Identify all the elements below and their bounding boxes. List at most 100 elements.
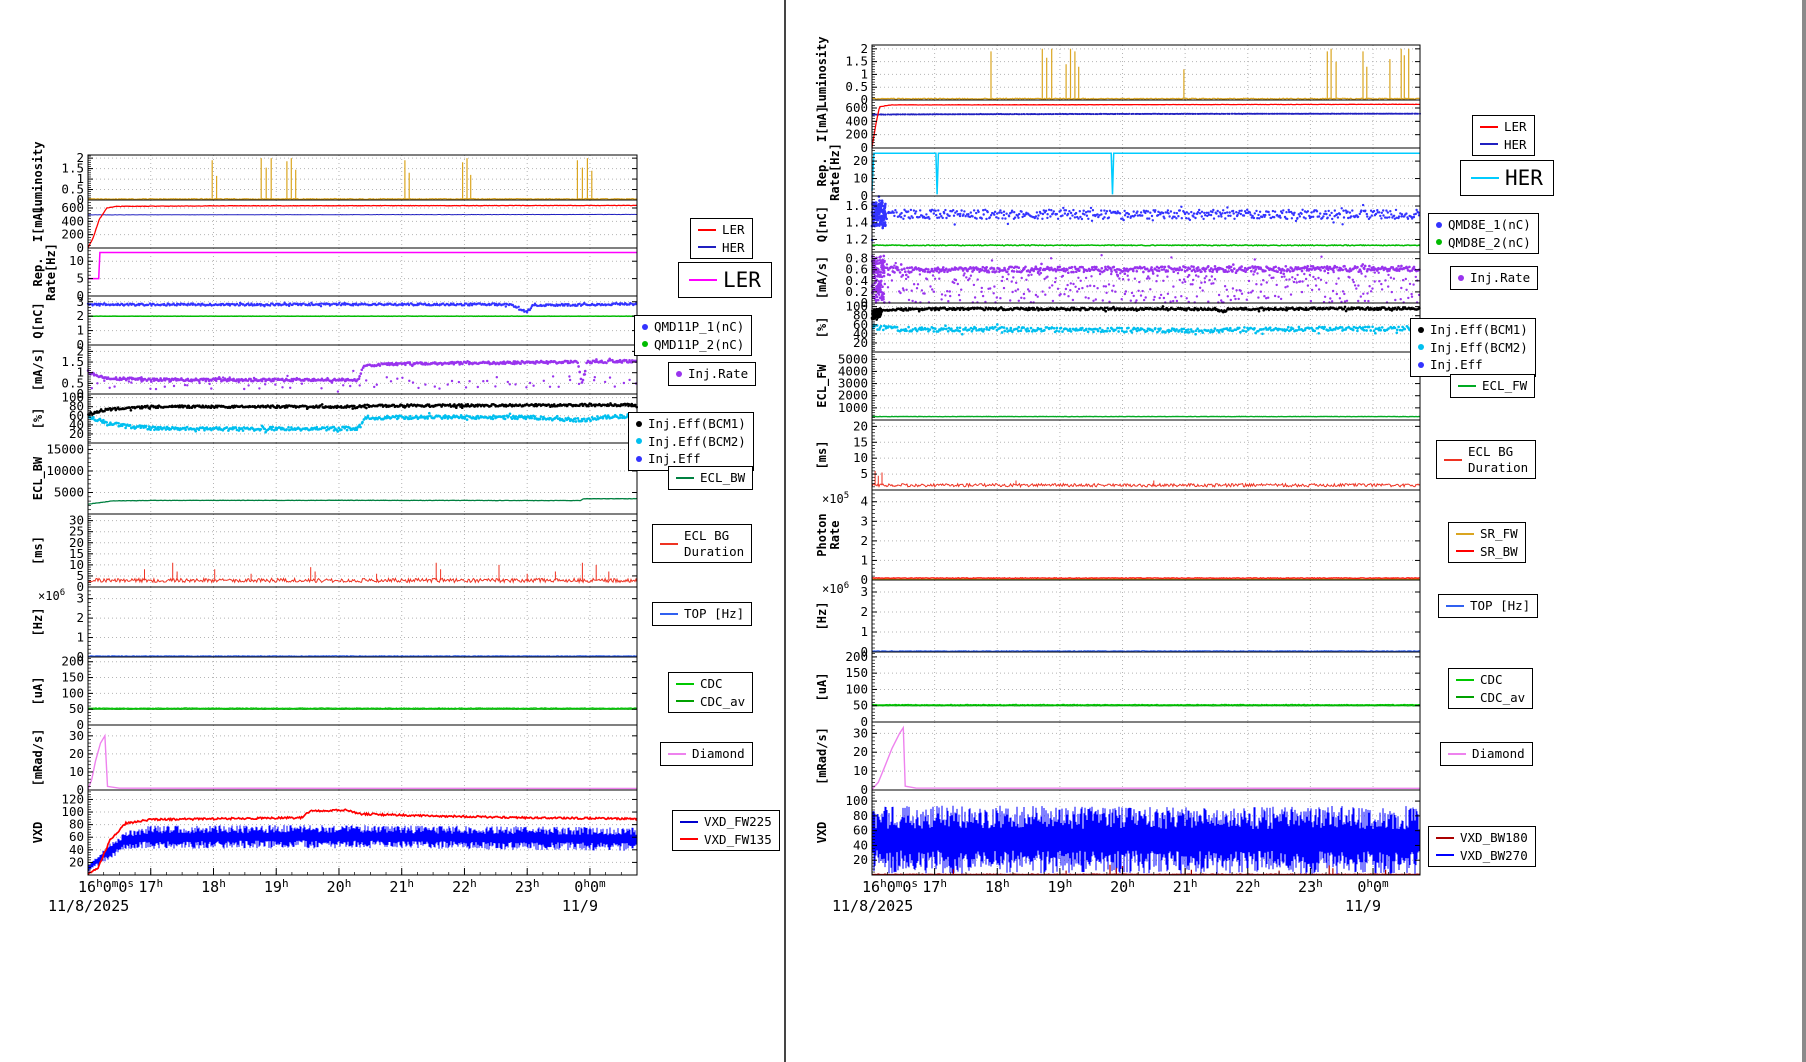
- line-marker-icon: [1444, 459, 1462, 461]
- dot-marker-icon: [676, 371, 682, 377]
- legend-label: TOP [Hz]: [684, 606, 744, 622]
- legend-label: QMD11P_2(nC): [654, 337, 744, 353]
- legend-item: CDC_av: [1456, 690, 1525, 706]
- legend-label: VXD_FW135: [704, 832, 772, 848]
- legend-label: QMD11P_1(nC): [654, 319, 744, 335]
- legend-label: Inj.Eff: [648, 451, 701, 467]
- legend-label: HER: [1504, 137, 1527, 153]
- legend-item: ECL_FW: [1458, 378, 1527, 394]
- line-marker-icon: [1446, 605, 1464, 607]
- line-marker-icon: [1456, 550, 1474, 552]
- panel-divider: [784, 0, 786, 1062]
- legend-label: Inj.Rate: [688, 366, 748, 382]
- legend-item: Inj.Eff(BCM1): [636, 416, 746, 432]
- line-marker-icon: [1480, 143, 1498, 145]
- legend-right-ecl-bg: ECL BGDuration: [1436, 440, 1536, 479]
- legend-item: Diamond: [668, 746, 745, 762]
- legend-item: SR_FW: [1456, 526, 1518, 542]
- line-marker-icon: [1436, 854, 1454, 856]
- line-marker-icon: [676, 683, 694, 685]
- dot-marker-icon: [1418, 327, 1424, 333]
- legend-label: CDC: [700, 676, 723, 692]
- legend-label: TOP [Hz]: [1470, 598, 1530, 614]
- legend-left-top: TOP [Hz]: [652, 602, 752, 626]
- legend-right-inj-eff: Inj.Eff(BCM1) Inj.Eff(BCM2)Inj.Eff: [1410, 318, 1536, 377]
- legend-right-ring: HER: [1460, 160, 1554, 196]
- legend-item: VXD_FW135: [680, 832, 772, 848]
- legend-label: Inj.Eff(BCM1): [648, 416, 746, 432]
- legend-item: CDC: [676, 676, 745, 692]
- legend-item: VXD_FW225: [680, 814, 772, 830]
- legend-right-inj-rate: Inj.Rate: [1450, 266, 1538, 290]
- legend-left-inj-eff: Inj.Eff(BCM1) Inj.Eff(BCM2)Inj.Eff: [628, 412, 754, 471]
- legend-item: Diamond: [1448, 746, 1525, 762]
- legend-label: QMD8E_2(nC): [1448, 235, 1531, 251]
- legend-item: CDC: [1456, 672, 1525, 688]
- legend-right-beams: LERHER: [1472, 115, 1535, 156]
- dot-marker-icon: [1418, 362, 1424, 368]
- dot-marker-icon: [1418, 344, 1424, 350]
- legend-right-ecl-fw: ECL_FW: [1450, 374, 1535, 398]
- legend-left-cdc: CDC CDC_av: [668, 672, 753, 713]
- legend-label: ECL BGDuration: [1468, 444, 1528, 475]
- legend-label: Diamond: [692, 746, 745, 762]
- line-marker-icon: [660, 613, 678, 615]
- legend-label: CDC_av: [700, 694, 745, 710]
- legend-label: SR_FW: [1480, 526, 1518, 542]
- legend-label: CDC_av: [1480, 690, 1525, 706]
- legend-item: QMD11P_2(nC): [642, 337, 744, 353]
- legend-item: LER: [689, 267, 761, 293]
- legend-right-qmd: QMD8E_1(nC)QMD8E_2(nC): [1428, 213, 1539, 254]
- legend-left-ecl-bw: ECL_BW: [668, 466, 753, 490]
- legend-label: ECL_FW: [1482, 378, 1527, 394]
- legend-item: CDC_av: [676, 694, 745, 710]
- beam-injection-monitor-window: 00.511.52Luminosity0200400600I[mA]0510Re…: [0, 0, 1806, 1062]
- legend-label: Inj.Eff(BCM2): [1430, 340, 1528, 356]
- legend-label: Diamond: [1472, 746, 1525, 762]
- line-marker-icon: [676, 700, 694, 702]
- legend-item: QMD8E_2(nC): [1436, 235, 1531, 251]
- legend-item: Inj.Rate: [676, 366, 748, 382]
- line-marker-icon: [1448, 753, 1466, 755]
- line-marker-icon: [1456, 679, 1474, 681]
- legend-left-beams: LER HER: [690, 218, 753, 259]
- legend-item: Inj.Eff: [1418, 357, 1528, 373]
- line-marker-icon: [1456, 533, 1474, 535]
- legend-right-vxd: VXD_BW180 VXD_BW270: [1428, 826, 1536, 867]
- legend-item: Inj.Rate: [1458, 270, 1530, 286]
- legend-left-qmd: QMD11P_1(nC) QMD11P_2(nC): [634, 315, 752, 356]
- legend-left-ring: LER: [678, 262, 772, 298]
- legend-item: ECL BGDuration: [660, 528, 744, 559]
- dot-marker-icon: [636, 421, 642, 427]
- line-marker-icon: [660, 543, 678, 545]
- window-right-border: [1802, 0, 1806, 1062]
- line-marker-icon: [698, 246, 716, 248]
- legend-label: Inj.Eff(BCM1): [1430, 322, 1528, 338]
- legend-layer: LER HER LER QMD11P_1(nC) QMD11P_2(nC) Inj.Rat…: [0, 0, 1806, 1062]
- legend-left-diamond: Diamond: [660, 742, 753, 766]
- legend-item: VXD_BW270: [1436, 848, 1528, 864]
- legend-item: LER: [698, 222, 745, 238]
- legend-item: SR_BW: [1456, 544, 1518, 560]
- line-marker-icon: [1458, 385, 1476, 387]
- legend-label: HER: [1505, 165, 1543, 191]
- legend-item: HER: [1471, 165, 1543, 191]
- legend-item: HER: [698, 240, 745, 256]
- legend-item: ECL BGDuration: [1444, 444, 1528, 475]
- legend-label: ECL BGDuration: [684, 528, 744, 559]
- legend-item: TOP [Hz]: [660, 606, 744, 622]
- legend-label: VXD_BW180: [1460, 830, 1528, 846]
- legend-label: Inj.Eff: [1430, 357, 1483, 373]
- legend-item: Inj.Eff(BCM2): [636, 434, 746, 450]
- legend-right-top: TOP [Hz]: [1438, 594, 1538, 618]
- legend-label: Inj.Rate: [1470, 270, 1530, 286]
- legend-left-inj-rate: Inj.Rate: [668, 362, 756, 386]
- legend-item: Inj.Eff(BCM2): [1418, 340, 1528, 356]
- legend-item: TOP [Hz]: [1446, 598, 1530, 614]
- line-marker-icon: [698, 229, 716, 231]
- legend-label: LER: [723, 267, 761, 293]
- legend-label: LER: [722, 222, 745, 238]
- legend-item: QMD11P_1(nC): [642, 319, 744, 335]
- line-marker-icon: [1436, 837, 1454, 839]
- legend-label: SR_BW: [1480, 544, 1518, 560]
